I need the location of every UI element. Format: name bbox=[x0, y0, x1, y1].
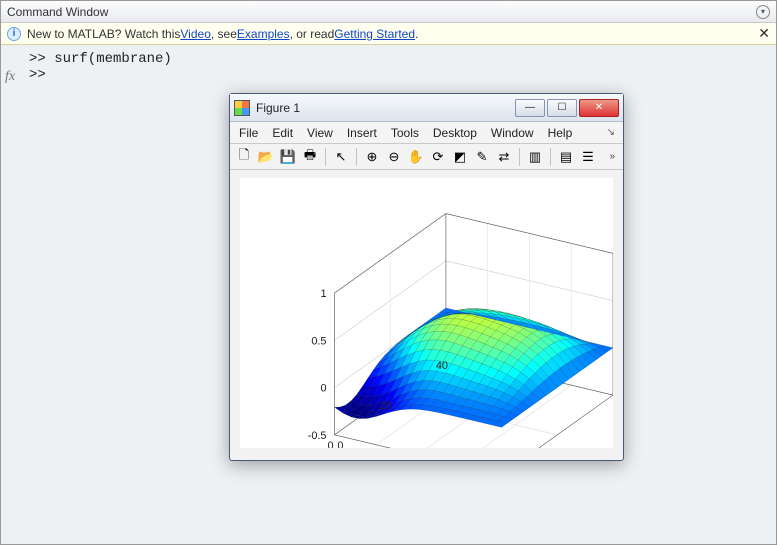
menu-tools[interactable]: Tools bbox=[384, 124, 426, 142]
svg-text:-0.5: -0.5 bbox=[308, 430, 327, 442]
svg-text:40: 40 bbox=[436, 360, 448, 372]
console-area[interactable]: fx >> surf(membrane) >> bbox=[1, 45, 776, 89]
menu-file[interactable]: File bbox=[232, 124, 265, 142]
menu-desktop[interactable]: Desktop bbox=[426, 124, 484, 142]
link-video[interactable]: Video bbox=[180, 27, 210, 41]
close-info-icon[interactable]: ✕ bbox=[758, 25, 770, 42]
console-line: >> bbox=[29, 67, 768, 83]
link-getting-started[interactable]: Getting Started bbox=[334, 27, 415, 41]
console-line: >> surf(membrane) bbox=[29, 51, 768, 67]
menu-overflow-icon[interactable]: ↘ bbox=[601, 127, 621, 138]
menu-insert[interactable]: Insert bbox=[340, 124, 384, 142]
link-icon[interactable]: ⇄ bbox=[494, 147, 514, 167]
colorbar-icon[interactable]: ▥ bbox=[525, 147, 545, 167]
command-window-title: Command Window bbox=[7, 5, 108, 19]
maximize-button[interactable]: ☐ bbox=[547, 99, 577, 117]
figure-window[interactable]: Figure 1 — ☐ ✕ File Edit View Insert Too… bbox=[229, 93, 624, 461]
info-stripe: i New to MATLAB? Watch this Video , see … bbox=[1, 23, 776, 45]
info-text-lead: New to MATLAB? Watch this bbox=[27, 27, 180, 41]
svg-text:20: 20 bbox=[380, 400, 392, 412]
toolbar-separator bbox=[550, 148, 551, 166]
svg-text:0: 0 bbox=[337, 440, 343, 448]
svg-text:0.5: 0.5 bbox=[311, 335, 326, 347]
toolbar-separator bbox=[325, 148, 326, 166]
svg-text:1: 1 bbox=[320, 288, 326, 300]
menu-edit[interactable]: Edit bbox=[265, 124, 300, 142]
brush-icon[interactable]: ✎ bbox=[472, 147, 492, 167]
info-icon: i bbox=[7, 27, 21, 41]
figure-titlebar[interactable]: Figure 1 — ☐ ✕ bbox=[230, 94, 623, 122]
ploteditor-icon[interactable]: ☰ bbox=[578, 147, 598, 167]
figure-title: Figure 1 bbox=[256, 101, 300, 115]
datacursor-icon[interactable]: ◩ bbox=[450, 147, 470, 167]
new-figure-icon[interactable]: 🗋 bbox=[234, 147, 254, 167]
toolbar-separator bbox=[356, 148, 357, 166]
rotate3d-icon[interactable]: ⟳ bbox=[428, 147, 448, 167]
figure-menubar: File Edit View Insert Tools Desktop Wind… bbox=[230, 122, 623, 144]
menu-window[interactable]: Window bbox=[484, 124, 541, 142]
zoom-out-icon[interactable]: ⊖ bbox=[384, 147, 404, 167]
svg-text:0: 0 bbox=[327, 440, 333, 448]
menu-help[interactable]: Help bbox=[541, 124, 580, 142]
command-window-titlebar: Command Window ▾ bbox=[1, 1, 776, 23]
save-icon[interactable]: 💾 bbox=[278, 147, 298, 167]
zoom-in-icon[interactable]: ⊕ bbox=[362, 147, 382, 167]
svg-text:0: 0 bbox=[320, 383, 326, 395]
figure-toolbar: 🗋📂💾🖶 ↖ ⊕⊖✋⟳◩✎⇄ ▥ ▤☰ » bbox=[230, 144, 623, 170]
print-icon[interactable]: 🖶 bbox=[300, 147, 320, 167]
close-button[interactable]: ✕ bbox=[579, 99, 619, 117]
axes-3d[interactable]: -0.500.5102040010203040 bbox=[240, 178, 613, 448]
pan-icon[interactable]: ✋ bbox=[406, 147, 426, 167]
legend-icon[interactable]: ▤ bbox=[556, 147, 576, 167]
link-examples[interactable]: Examples bbox=[237, 27, 290, 41]
open-icon[interactable]: 📂 bbox=[256, 147, 276, 167]
pointer-icon[interactable]: ↖ bbox=[331, 147, 351, 167]
fx-icon[interactable]: fx bbox=[5, 69, 15, 85]
toolbar-separator bbox=[519, 148, 520, 166]
minimize-button[interactable]: — bbox=[515, 99, 545, 117]
menu-view[interactable]: View bbox=[300, 124, 340, 142]
toolbar-overflow-icon[interactable]: » bbox=[605, 151, 619, 162]
matlab-logo-icon bbox=[234, 100, 250, 116]
dropdown-icon[interactable]: ▾ bbox=[756, 5, 770, 19]
